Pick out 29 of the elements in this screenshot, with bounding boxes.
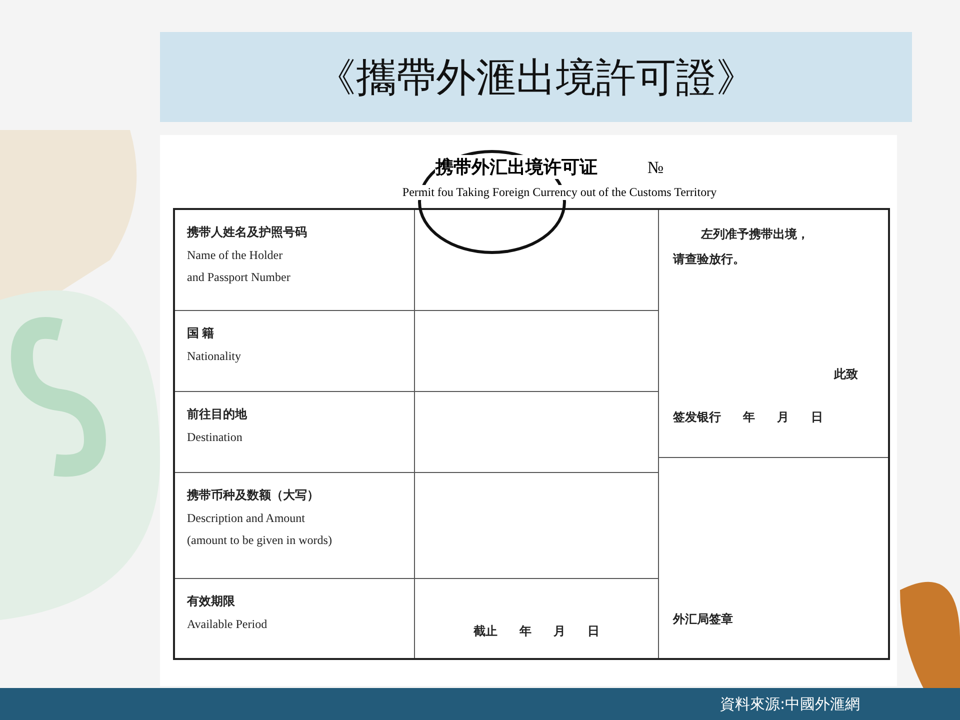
label-english: Description and Amount — [187, 511, 306, 526]
source-text: 資料來源:中國外滙網 — [720, 694, 860, 714]
label-chinese: 国 籍 — [187, 325, 215, 342]
form-title: 携带外汇出境许可证 — [435, 155, 598, 179]
label-english: Destination — [187, 430, 244, 445]
label-chinese: 携带人姓名及护照号码 — [187, 224, 308, 241]
closing-text: 此致 — [834, 366, 858, 383]
label-chinese: 携带币种及数额（大写） — [187, 487, 320, 504]
date-text: 月 — [777, 409, 789, 426]
date-text: 年 — [743, 409, 755, 426]
label-english: Name of the Holder — [187, 248, 284, 263]
label-english: and Passport Number — [187, 270, 292, 285]
date-text: 日 — [588, 623, 600, 640]
slide-title: 《攜帶外滙出境許可證》 — [316, 54, 756, 102]
label-english: (amount to be given in words) — [187, 533, 333, 548]
form-subtitle: Permit fou Taking Foreign Currency out of the Customs Territory — [402, 185, 717, 200]
approval-text: 请查验放行。 — [673, 251, 746, 268]
label-chinese: 有效期限 — [187, 593, 236, 610]
signature-label: 外汇局签章 — [673, 611, 733, 628]
date-text: 月 — [554, 623, 566, 640]
approval-text: 左列准予携带出境， — [701, 226, 810, 243]
label-english: Available Period — [187, 617, 268, 632]
issuer-label: 签发银行 — [673, 409, 721, 426]
number-label: № — [647, 158, 664, 178]
date-text: 截止 — [474, 623, 498, 640]
label-chinese: 前往目的地 — [187, 406, 248, 423]
date-text: 年 — [520, 623, 532, 640]
label-english: Nationality — [187, 349, 242, 364]
date-text: 日 — [811, 409, 823, 426]
